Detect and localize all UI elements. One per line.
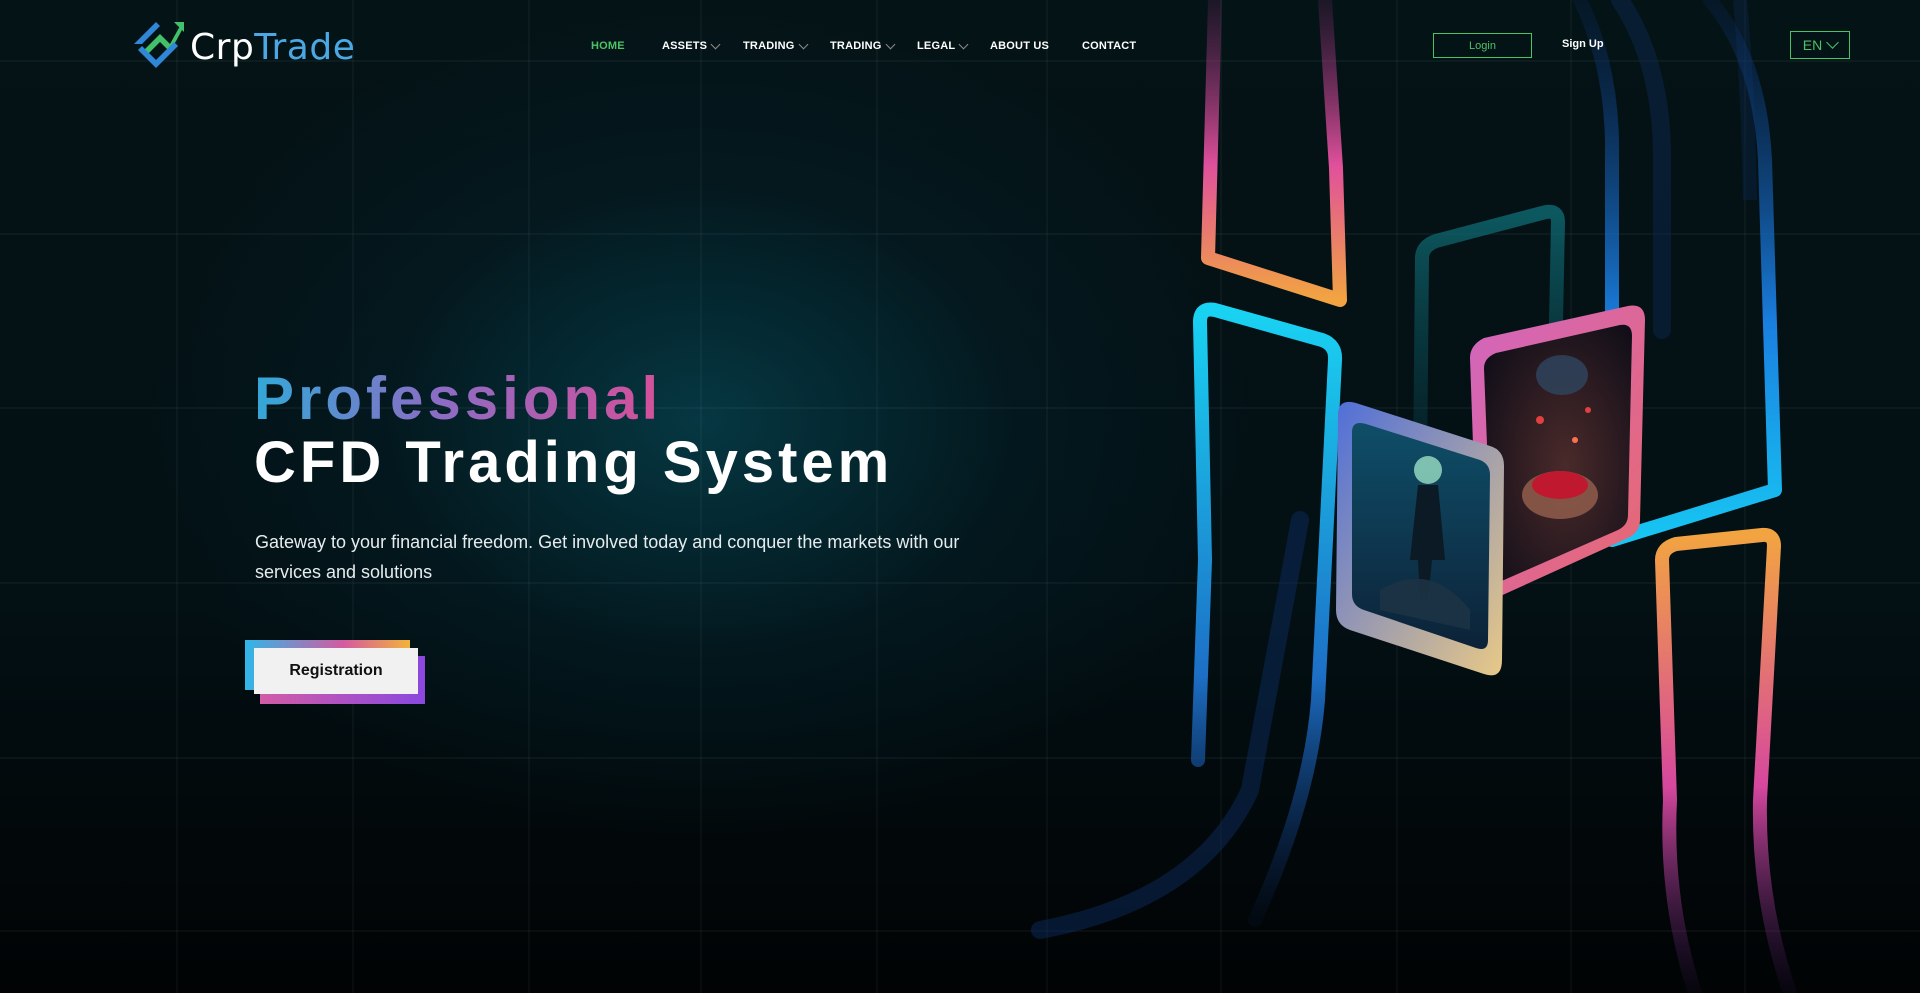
chevron-down-icon bbox=[710, 39, 721, 49]
language-selector[interactable]: EN bbox=[1790, 31, 1850, 59]
nav-item-legal[interactable]: LEGAL bbox=[917, 39, 969, 52]
nav-label: LEGAL bbox=[917, 40, 956, 52]
chevron-down-icon bbox=[798, 39, 808, 49]
hero-subtitle: Gateway to your financial freedom. Get i… bbox=[255, 532, 960, 582]
login-button[interactable]: Login bbox=[1433, 33, 1532, 58]
hero-title-highlight: Professional bbox=[254, 365, 663, 432]
chevron-down-icon bbox=[958, 39, 969, 49]
nav-item-trading-2[interactable]: TRADING bbox=[830, 39, 895, 52]
chevron-down-icon bbox=[1826, 36, 1840, 49]
nav-label: ABOUT US bbox=[990, 40, 1050, 52]
nav-item-assets[interactable]: ASSETS bbox=[662, 39, 721, 52]
nav-label: TRADING bbox=[743, 40, 795, 52]
nav-item-home[interactable]: HOME bbox=[591, 40, 625, 52]
language-label: EN bbox=[1802, 37, 1823, 53]
registration-button[interactable]: Registration bbox=[254, 648, 418, 694]
nav-label: ASSETS bbox=[662, 40, 708, 52]
nav-item-about-us[interactable]: ABOUT US bbox=[990, 40, 1049, 52]
background-grid bbox=[0, 0, 1920, 993]
chevron-down-icon bbox=[885, 39, 895, 49]
hero-title: CFD Trading System bbox=[254, 430, 894, 495]
registration-cta: Registration bbox=[245, 640, 425, 704]
sign-up-link[interactable]: Sign Up bbox=[1562, 38, 1604, 50]
nav-item-contact[interactable]: CONTACT bbox=[1082, 40, 1136, 52]
nav-label: TRADING bbox=[830, 40, 882, 52]
nav-item-trading[interactable]: TRADING bbox=[743, 39, 808, 52]
main-navigation: HOME ASSETS TRADING TRADING LEGAL ABOUT … bbox=[0, 39, 1920, 56]
nav-label: HOME bbox=[591, 40, 625, 52]
nav-label: CONTACT bbox=[1082, 40, 1137, 52]
